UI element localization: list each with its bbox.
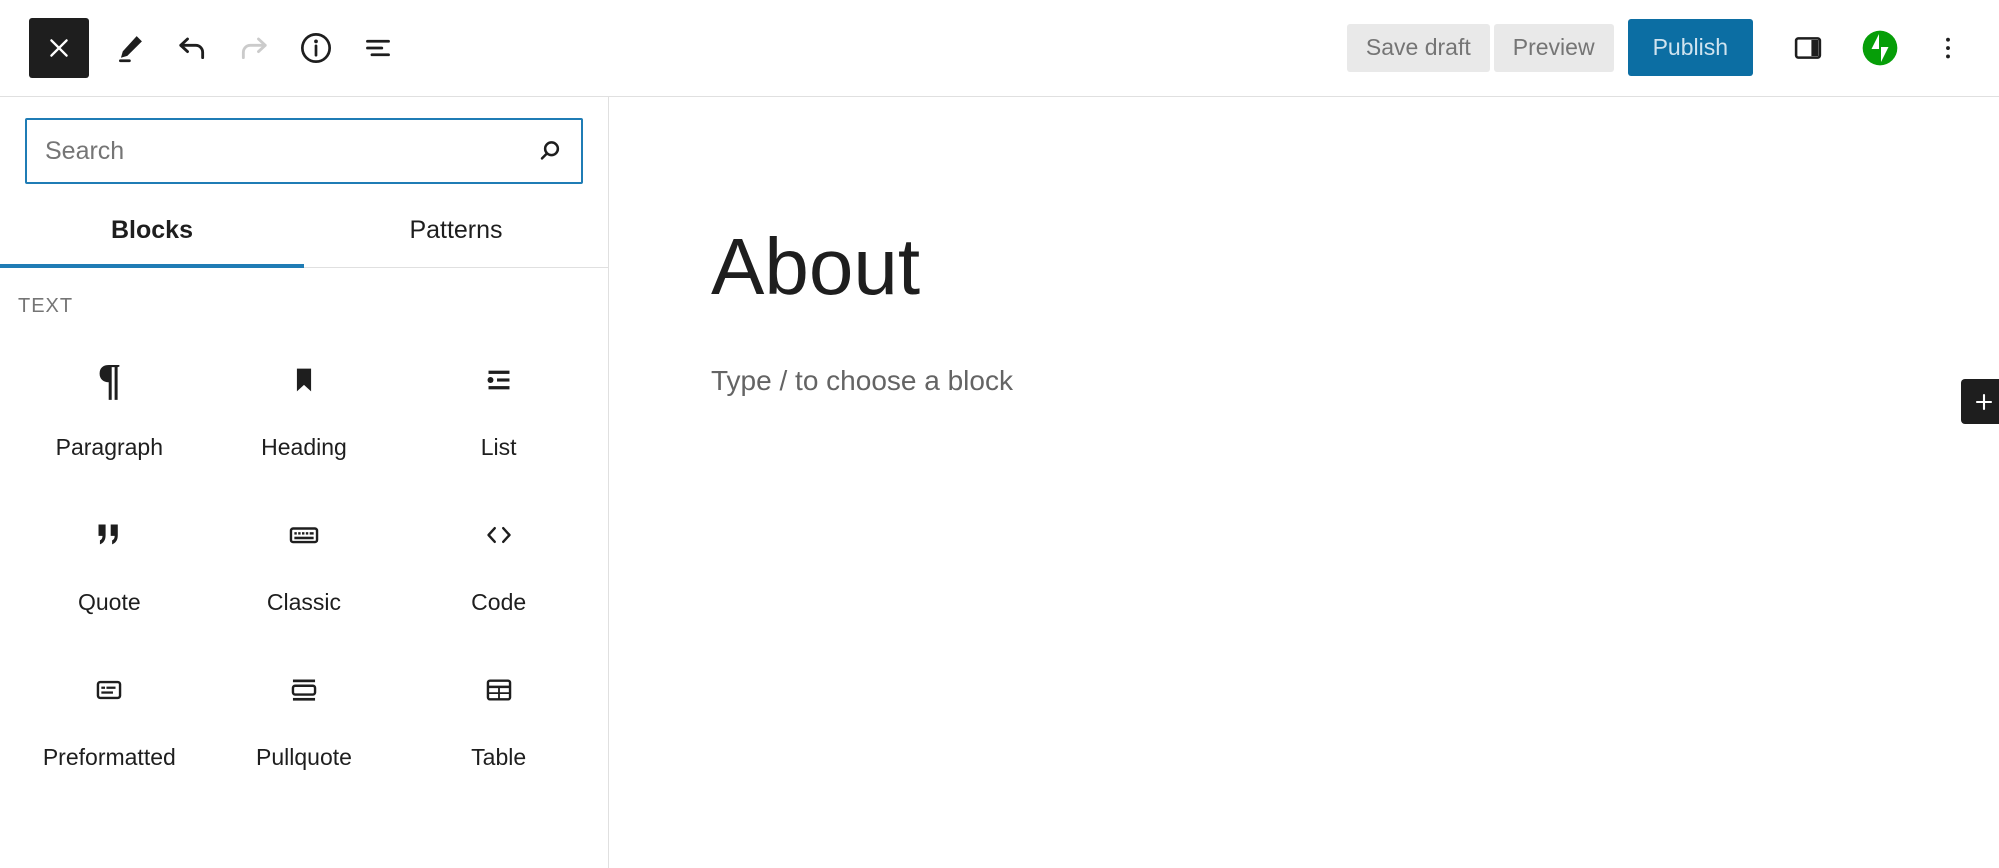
redo-icon: [241, 37, 267, 60]
block-item-classic[interactable]: Classic: [207, 491, 402, 630]
ellipsis-vertical-icon: [1946, 37, 1950, 58]
list-icon: [482, 354, 516, 406]
block-label: Code: [471, 589, 527, 615]
block-label: Classic: [266, 589, 342, 615]
block-inserter-panel: Blocks Patterns TEXT ¶ Paragraph Heading: [0, 97, 609, 868]
block-item-list[interactable]: List: [401, 336, 596, 475]
block-item-preformatted[interactable]: Preformatted: [12, 646, 207, 785]
block-label: Table: [471, 744, 527, 770]
search-input[interactable]: [27, 120, 581, 182]
list-view-button[interactable]: [347, 17, 409, 79]
block-label: Pullquote: [256, 744, 352, 770]
classic-icon: [287, 509, 321, 561]
save-draft-button[interactable]: Save draft: [1346, 23, 1490, 72]
block-prompt-placeholder[interactable]: Type / to choose a block: [609, 307, 1999, 397]
more-options-button[interactable]: [1919, 19, 1977, 77]
list-view-icon: [366, 39, 390, 57]
block-label: Paragraph: [55, 434, 164, 460]
block-item-paragraph[interactable]: ¶ Paragraph: [12, 336, 207, 475]
preview-button[interactable]: Preview: [1493, 23, 1614, 72]
post-title[interactable]: About: [609, 97, 1999, 307]
edit-mode-button[interactable]: [99, 17, 161, 79]
section-title-text: TEXT: [18, 295, 74, 317]
search-area: [0, 97, 608, 184]
undo-button[interactable]: [161, 17, 223, 79]
code-icon: [482, 509, 516, 561]
block-label: Preformatted: [42, 744, 176, 770]
block-label: Quote: [78, 589, 141, 615]
plus-icon: [1975, 393, 1992, 410]
settings-sidebar-button[interactable]: [1779, 19, 1837, 77]
search-icon: [535, 136, 565, 166]
editor-toolbar: Save draft Preview Publish: [0, 0, 1999, 97]
search-box[interactable]: [25, 118, 583, 184]
editor-body: Blocks Patterns TEXT ¶ Paragraph Heading: [0, 97, 1999, 868]
jetpack-icon: [1862, 30, 1898, 65]
quote-icon: [92, 509, 126, 561]
block-item-heading[interactable]: Heading: [207, 336, 402, 475]
redo-button[interactable]: [223, 17, 285, 79]
pullquote-icon: [287, 664, 321, 716]
inserter-tabs: Blocks Patterns: [0, 206, 608, 268]
table-icon: [482, 664, 516, 716]
details-button[interactable]: [285, 17, 347, 79]
block-item-table[interactable]: Table: [401, 646, 596, 785]
sidebar-panel-icon: [1794, 36, 1822, 59]
block-type-grid: ¶ Paragraph Heading List Quote Classic C…: [0, 318, 608, 785]
info-icon: [300, 32, 332, 64]
paragraph-icon: ¶: [97, 355, 122, 404]
pencil-icon: [119, 36, 142, 63]
toolbar-right-group: Save draft Preview Publish: [1346, 0, 1977, 95]
close-icon: [50, 39, 68, 57]
preformatted-icon: [92, 664, 126, 716]
toolbar-left-group: [0, 17, 409, 79]
close-editor-button[interactable]: [29, 18, 89, 78]
block-item-pullquote[interactable]: Pullquote: [207, 646, 402, 785]
heading-icon: [287, 354, 321, 406]
tab-blocks[interactable]: Blocks: [0, 206, 304, 268]
block-item-quote[interactable]: Quote: [12, 491, 207, 630]
tab-patterns[interactable]: Patterns: [304, 206, 608, 267]
block-label: List: [480, 434, 517, 460]
block-item-code[interactable]: Code: [401, 491, 596, 630]
editor-canvas[interactable]: About Type / to choose a block: [609, 97, 1999, 868]
undo-icon: [179, 37, 205, 60]
publish-button[interactable]: Publish: [1627, 19, 1753, 76]
jetpack-button[interactable]: [1851, 19, 1909, 77]
block-label: Heading: [261, 434, 347, 460]
add-block-button[interactable]: [1961, 379, 1999, 424]
